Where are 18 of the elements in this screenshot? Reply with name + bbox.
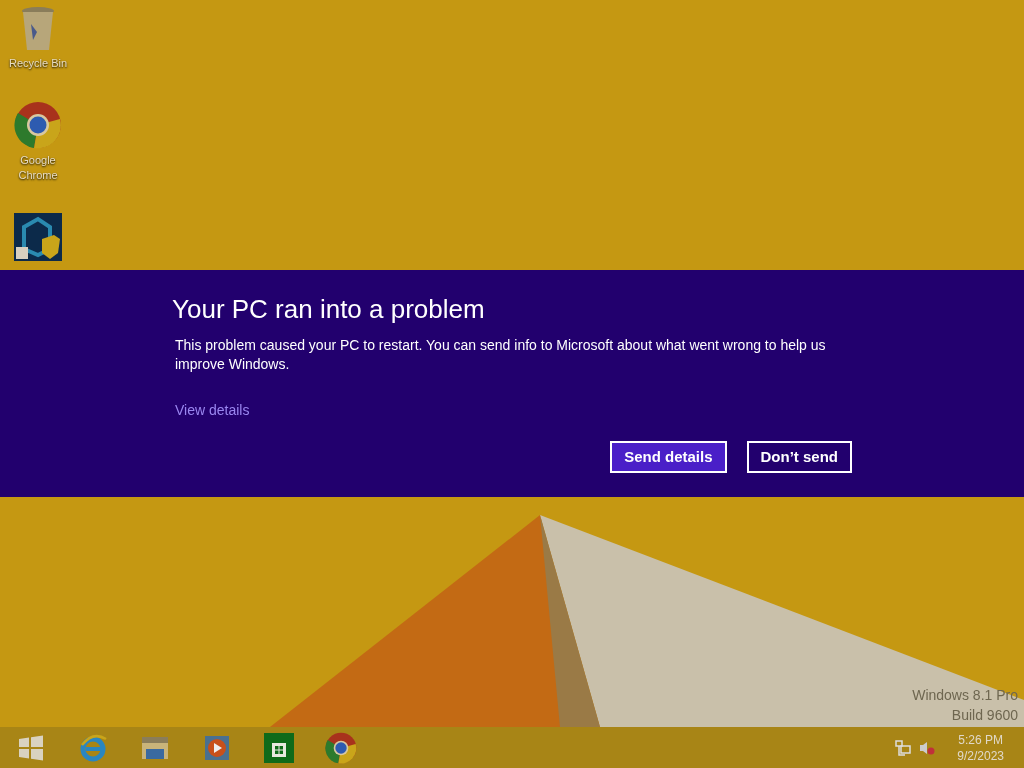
icon-label[interactable]: Google Chrome xyxy=(8,153,68,183)
dialog-button[interactable]: Don’t send xyxy=(746,441,852,473)
banner-title: Your PC ran into a problem xyxy=(172,293,486,326)
store-bag-icon[interactable] xyxy=(264,732,294,763)
view-details-link[interactable]: View details xyxy=(175,400,250,421)
clock-date[interactable]: 9/2/2023 xyxy=(957,747,1004,764)
app-shield-icon xyxy=(14,213,62,261)
banner-message: This problem caused your PC to restart. You can send info to Microsoft about what went wrong to help us improve Windows. xyxy=(175,336,827,374)
dialog-button[interactable]: Send details xyxy=(610,441,727,473)
trash-bin-icon xyxy=(21,6,55,52)
watermark-text: Build 9600 xyxy=(951,706,1018,725)
browser-e-icon[interactable] xyxy=(78,732,108,763)
clock-time[interactable]: 5:26 PM xyxy=(958,731,1003,748)
network-icon[interactable] xyxy=(895,739,912,756)
icon-label[interactable]: Recycle Bin xyxy=(8,56,68,71)
speaker-icon[interactable] xyxy=(919,739,936,756)
chrome-icon xyxy=(14,101,62,149)
chrome-icon xyxy=(325,731,357,764)
